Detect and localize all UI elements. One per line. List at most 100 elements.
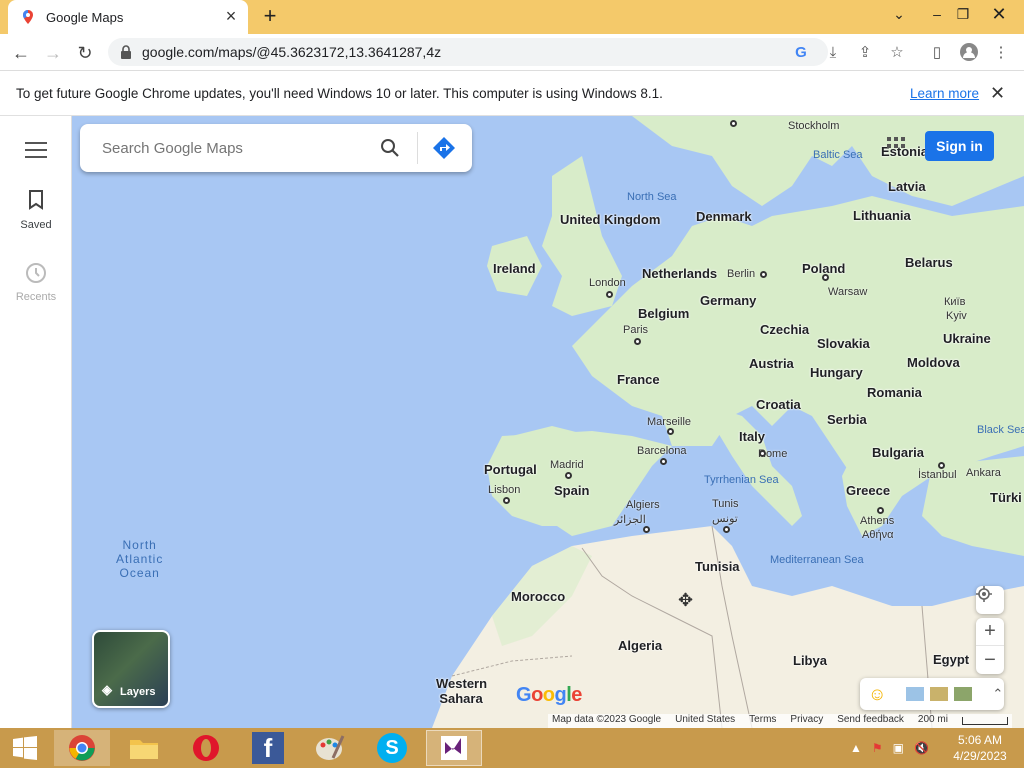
scale-bar bbox=[961, 717, 1008, 725]
zoom-in-button[interactable]: + bbox=[976, 618, 1004, 646]
taskbar-clock[interactable]: 5:06 AM 4/29/2023 bbox=[950, 732, 1010, 764]
city-marker bbox=[877, 507, 884, 514]
city-marker bbox=[938, 462, 945, 469]
city-label: Algiers bbox=[626, 499, 660, 511]
network-icon[interactable]: ▣ bbox=[893, 741, 904, 755]
zoom-out-button[interactable]: − bbox=[976, 646, 1004, 674]
google-maps-pin-icon bbox=[23, 10, 33, 24]
map-footer: Map data ©2023 Google United States Term… bbox=[548, 714, 1012, 728]
clock-time: 5:06 AM bbox=[957, 733, 1003, 747]
city-label: Warsaw bbox=[828, 286, 868, 298]
country-label: Ireland bbox=[493, 261, 536, 276]
close-tab-icon[interactable]: × bbox=[222, 7, 240, 26]
forward-icon[interactable]: → bbox=[40, 40, 66, 66]
taskbar-file-explorer[interactable] bbox=[116, 730, 172, 766]
privacy-link[interactable]: Privacy bbox=[790, 714, 823, 728]
menu-hamburger-icon[interactable] bbox=[25, 142, 47, 158]
layers-button[interactable]: ◈ Layers bbox=[92, 630, 170, 708]
country-label: Hungary bbox=[810, 365, 863, 380]
country-label: Algeria bbox=[618, 638, 663, 653]
taskbar-opera[interactable] bbox=[178, 730, 234, 766]
profile-avatar-icon[interactable] bbox=[958, 41, 980, 63]
expand-chevron-icon[interactable]: ⌃ bbox=[992, 686, 1003, 702]
taskbar-chrome[interactable] bbox=[54, 730, 110, 766]
terms-link[interactable]: Terms bbox=[749, 714, 776, 728]
chrome-icon bbox=[69, 735, 95, 761]
volume-muted-icon[interactable]: 🔇 bbox=[914, 741, 929, 755]
start-button[interactable] bbox=[0, 730, 50, 766]
imagery-thumb-icon[interactable] bbox=[930, 687, 949, 701]
imagery-thumb-icon[interactable] bbox=[954, 687, 973, 701]
pegman-icon[interactable]: ☺ bbox=[868, 684, 886, 705]
city-marker bbox=[634, 338, 641, 345]
taskbar-skype[interactable]: S bbox=[364, 730, 420, 766]
tab-google-maps[interactable]: Google Maps × bbox=[8, 0, 248, 34]
search-icon[interactable] bbox=[380, 138, 400, 158]
city-marker bbox=[643, 526, 650, 533]
city-label: Paris bbox=[623, 324, 649, 336]
chrome-menu-icon[interactable]: ⋮ bbox=[990, 41, 1012, 63]
send-feedback-link[interactable]: Send feedback bbox=[837, 714, 904, 728]
street-view-imagery-strip[interactable]: ☺ ⌃ bbox=[860, 678, 1004, 710]
side-panel-icon[interactable]: ▯ bbox=[926, 41, 948, 63]
city-label: Madrid bbox=[550, 459, 584, 471]
country-label: Belgium bbox=[638, 306, 690, 321]
city-marker bbox=[760, 271, 767, 278]
map-canvas[interactable]: North Sea Baltic Sea Tyrrhenian Sea Medi… bbox=[72, 116, 1024, 728]
city-marker bbox=[606, 291, 613, 298]
country-label: Serbia bbox=[827, 412, 867, 427]
sign-in-button[interactable]: Sign in bbox=[925, 131, 994, 161]
region-link[interactable]: United States bbox=[675, 714, 735, 728]
facebook-icon: f bbox=[252, 732, 284, 764]
sidebar-item-saved[interactable]: Saved bbox=[0, 190, 72, 231]
imagery-thumb-icon[interactable] bbox=[906, 687, 925, 701]
bookmark-icon bbox=[29, 190, 43, 210]
close-infobar-icon[interactable]: ✕ bbox=[990, 83, 1005, 104]
search-input[interactable] bbox=[102, 136, 362, 160]
share-icon[interactable]: ⇪ bbox=[854, 41, 876, 63]
opera-icon bbox=[193, 735, 219, 761]
search-divider bbox=[417, 132, 418, 164]
scale-label[interactable]: 200 mi bbox=[918, 714, 948, 728]
tab-search-chevron-icon[interactable]: ⌄ bbox=[882, 0, 916, 28]
action-center-flag-icon[interactable]: ⚑ bbox=[872, 741, 883, 755]
country-label: Germany bbox=[700, 293, 757, 308]
country-label: Libya bbox=[793, 653, 827, 668]
learn-more-link[interactable]: Learn more bbox=[910, 86, 979, 101]
country-label: Austria bbox=[749, 356, 794, 371]
city-label: Lisbon bbox=[488, 484, 521, 496]
reload-icon[interactable]: ↻ bbox=[72, 40, 98, 66]
city-label: Athens bbox=[860, 515, 895, 527]
tab-title: Google Maps bbox=[46, 9, 124, 25]
google-apps-icon[interactable] bbox=[886, 136, 906, 156]
country-label: Moldova bbox=[907, 355, 960, 370]
taskbar-facebook[interactable]: f bbox=[240, 730, 296, 766]
history-icon bbox=[26, 263, 46, 283]
bookmark-star-icon[interactable]: ☆ bbox=[886, 41, 908, 63]
directions-icon[interactable] bbox=[432, 136, 456, 160]
sidebar-item-recents[interactable]: Recents bbox=[0, 262, 72, 303]
show-hidden-icons-icon[interactable]: ▲ bbox=[850, 741, 862, 755]
close-window-icon[interactable]: ✕ bbox=[982, 0, 1016, 28]
back-icon[interactable]: ← bbox=[8, 40, 34, 66]
google-lens-icon[interactable]: G bbox=[790, 41, 812, 63]
paint-palette-icon bbox=[316, 735, 345, 760]
my-location-button[interactable] bbox=[976, 586, 1004, 614]
layers-icon: ◈ bbox=[102, 682, 112, 697]
city-marker bbox=[667, 428, 674, 435]
install-app-icon[interactable]: ⤓ bbox=[822, 41, 844, 63]
google-logo: Google bbox=[516, 684, 582, 706]
country-label: Greece bbox=[846, 483, 891, 498]
move-cursor-icon: ✥ bbox=[678, 590, 694, 610]
address-bar[interactable]: google.com/maps/@45.3623172,13.3641287,4… bbox=[108, 38, 828, 66]
sea-label: Mediterranean Sea bbox=[770, 554, 864, 566]
country-label: Slovakia bbox=[817, 336, 870, 351]
new-tab-button[interactable]: + bbox=[258, 5, 282, 29]
country-label: Croatia bbox=[756, 397, 801, 412]
taskbar-visual-studio[interactable] bbox=[426, 730, 482, 766]
taskbar-paint[interactable] bbox=[302, 730, 358, 766]
restore-icon[interactable]: ❐ bbox=[946, 0, 980, 28]
city-label: İstanbul bbox=[918, 469, 957, 481]
sidebar-item-label: Recents bbox=[15, 291, 57, 303]
city-label: Marseille bbox=[647, 416, 692, 428]
